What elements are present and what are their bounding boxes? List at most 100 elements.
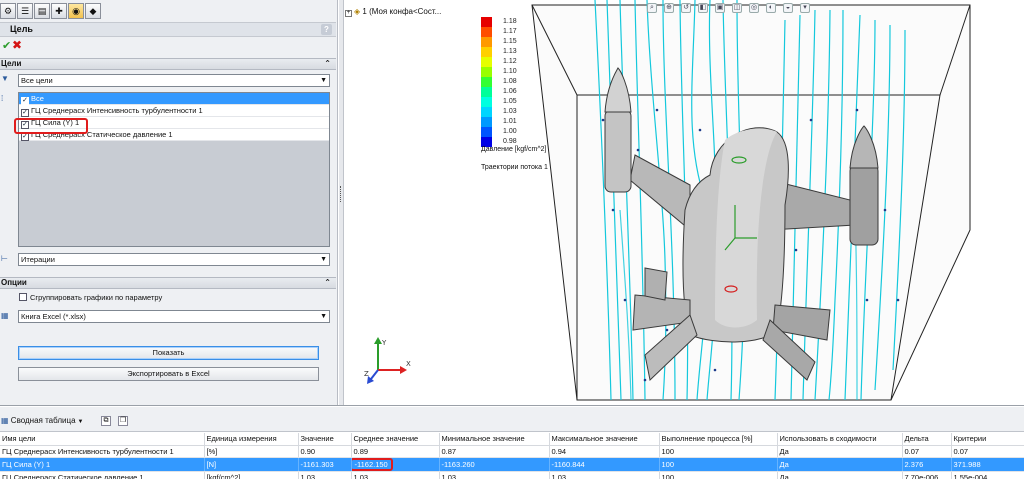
options-section-header[interactable]: Опции ⌃ — [0, 277, 336, 289]
legend-entry: 1.06 — [481, 87, 521, 97]
table-cell: Да — [777, 471, 903, 479]
expand-icon[interactable]: + — [345, 10, 352, 17]
goals-section-header[interactable]: Цели ⌃ — [0, 58, 336, 70]
flow-trajectory-scene — [531, 0, 971, 401]
show-button[interactable]: Показать — [18, 346, 319, 360]
export-format-select[interactable]: Книга Excel (*.xlsx) ▼ — [18, 310, 330, 323]
summary-toolbar: ▦ Сводная таблица ▼ ⧉ ❐ — [0, 407, 1024, 432]
feature-tree-item[interactable]: + ◈ 1 (Моя конфа<Сост... — [345, 7, 441, 17]
goal-item-static-pressure[interactable]: ✓ ГЦ Среднерасх Статическое давление 1 — [19, 129, 329, 141]
collapse-icon[interactable]: ⌃ — [324, 278, 331, 288]
property-icon[interactable]: ☰ — [17, 3, 33, 19]
table-cell: 2.376 — [902, 457, 952, 472]
view-orient-icon[interactable]: ▣ — [715, 3, 725, 13]
zoom-area-icon[interactable]: ⊕ — [664, 3, 674, 13]
section-icon[interactable]: ◧ — [698, 3, 708, 13]
x-axis-select[interactable]: Итерации ▼ — [18, 253, 330, 266]
hide-show-icon[interactable]: ◎ — [749, 3, 759, 13]
appearance-icon[interactable]: ◆ — [85, 3, 101, 19]
goals-list: ✓ Все ✓ ГЦ Среднерасх Интенсивность турбул… — [18, 92, 330, 247]
table-row[interactable]: ГЦ Среднерасх Интенсивность турбулентнос… — [0, 445, 1024, 458]
column-header[interactable]: Максимальное значение — [549, 433, 660, 446]
scene-icon[interactable]: ◒ — [783, 3, 793, 13]
column-header[interactable]: Дельта — [902, 433, 952, 446]
column-header[interactable]: Использовать в сходимости — [777, 433, 903, 446]
reference-triad: Y X Z — [364, 337, 411, 384]
edit-appearance-icon[interactable]: ◐ — [766, 3, 776, 13]
close-icon[interactable]: ✖ — [12, 38, 22, 52]
legend-label: 1.01 — [503, 118, 517, 125]
table-cell: [kgf/cm^2] — [204, 471, 299, 479]
goals-filter-select[interactable]: Все цели ▼ — [18, 74, 330, 87]
tree-item-label: 1 (Моя конфа<Сост... — [362, 7, 442, 16]
table-cell: 100 — [659, 445, 778, 458]
legend-swatch — [481, 107, 492, 117]
flow-sim-icon[interactable]: ⚙ — [0, 3, 16, 19]
zoom-icon[interactable]: ⌕ — [647, 3, 657, 13]
prev-view-icon[interactable]: ↺ — [681, 3, 691, 13]
checkbox-icon[interactable]: ✓ — [21, 133, 29, 141]
property-manager-panel: ⚙ ☰ ▤ ✚ ◉ ◆ Цель ? ✔ ✖ Цели ⌃ ▼ Все цели… — [0, 0, 338, 405]
table-cell: 1.03 — [549, 471, 660, 479]
display-icon[interactable]: ◉ — [68, 3, 84, 19]
export-excel-button[interactable]: Экспортировать в Excel — [18, 367, 319, 381]
triad-y-label: Y — [381, 339, 387, 347]
legend-swatch — [481, 57, 492, 67]
table-cell: 0.07 — [902, 445, 952, 458]
legend-label: 1.03 — [503, 108, 517, 115]
table-cell: 100 — [659, 471, 778, 479]
table-cell: 0.07 — [951, 445, 1024, 458]
legend-entry: 1.13 — [481, 47, 521, 57]
collapse-icon[interactable]: ⌃ — [324, 59, 331, 69]
table-cell: 1.03 — [439, 471, 550, 479]
table-cell: [N] — [204, 457, 299, 472]
table-cell: 100 — [659, 457, 778, 472]
column-header[interactable]: Значение — [298, 433, 352, 446]
chevron-down-icon: ▼ — [320, 256, 327, 263]
filter-icon: ▼ — [1, 74, 9, 83]
checkbox-icon[interactable]: ✓ — [21, 121, 29, 129]
legend-label: 1.18 — [503, 18, 517, 25]
legend-swatch — [481, 67, 492, 77]
column-header[interactable]: Единица измерения — [204, 433, 299, 446]
table-row[interactable]: ГЦ Среднерасх Статическое давление 1 [kgf… — [0, 471, 1024, 479]
checkbox-icon[interactable] — [19, 293, 27, 301]
copy-icon[interactable]: ⧉ — [101, 416, 111, 426]
view-settings-icon[interactable]: ▾ — [800, 3, 810, 13]
splitter-grip[interactable] — [340, 186, 343, 202]
legend-entry: 1.15 — [481, 37, 521, 47]
column-header[interactable]: Минимальное значение — [439, 433, 550, 446]
legend-label: 1.10 — [503, 68, 517, 75]
goal-item-label: Все — [31, 94, 44, 103]
panel-tabs-toolbar: ⚙ ☰ ▤ ✚ ◉ ◆ — [0, 3, 101, 19]
table-body: ГЦ Среднерасх Интенсивность турбулентнос… — [0, 445, 1024, 479]
checkbox-icon[interactable]: ✓ — [21, 97, 29, 105]
display-style-icon[interactable]: ◫ — [732, 3, 742, 13]
table-row[interactable]: ГЦ Сила (Y) 1 [N] -1161.303 -1162.150 -1163.… — [0, 457, 1024, 472]
goal-item-force-y[interactable]: ✓ ГЦ Сила (Y) 1 — [19, 117, 329, 129]
help-icon[interactable]: ? — [321, 24, 332, 35]
target-icon[interactable]: ✚ — [51, 3, 67, 19]
graphics-viewport[interactable]: + ◈ 1 (Моя конфа<Сост... ⌕ ⊕ ↺ ◧ ▣ ◫ ◎ ◐ … — [345, 0, 1024, 405]
goal-item-turbulence[interactable]: ✓ ГЦ Среднерасх Интенсивность турбулентно… — [19, 105, 329, 117]
table-cell: -1162.150 — [351, 457, 440, 472]
table-cell: -1163.260 — [439, 457, 550, 472]
panel-splitter[interactable] — [339, 0, 344, 405]
column-header[interactable]: Среднее значение — [351, 433, 440, 446]
summary-view-dropdown[interactable]: ▦ Сводная таблица ▼ — [1, 416, 83, 425]
chevron-down-icon: ▼ — [77, 419, 84, 425]
table-cell: 7.70e-006 — [902, 471, 952, 479]
column-header[interactable]: Имя цели — [0, 433, 205, 446]
column-header[interactable]: Критерии — [951, 433, 1024, 446]
checkbox-icon[interactable]: ✓ — [21, 109, 29, 117]
chevron-down-icon: ▼ — [320, 77, 327, 84]
paste-icon[interactable]: ❐ — [118, 416, 128, 426]
goals-filter-value: Все цели — [21, 76, 53, 85]
column-header[interactable]: Выполнение процесса [%] — [659, 433, 778, 446]
goal-item-all[interactable]: ✓ Все — [19, 93, 329, 105]
table-cell: Да — [777, 457, 903, 472]
summary-table: Имя цели Единица измерения Значение Среднее… — [0, 433, 1024, 479]
check-icon[interactable]: ✔ — [2, 39, 11, 52]
config-icon[interactable]: ▤ — [34, 3, 50, 19]
group-by-parameter-checkbox[interactable]: Сгруппировать графики по параметру — [19, 293, 162, 302]
